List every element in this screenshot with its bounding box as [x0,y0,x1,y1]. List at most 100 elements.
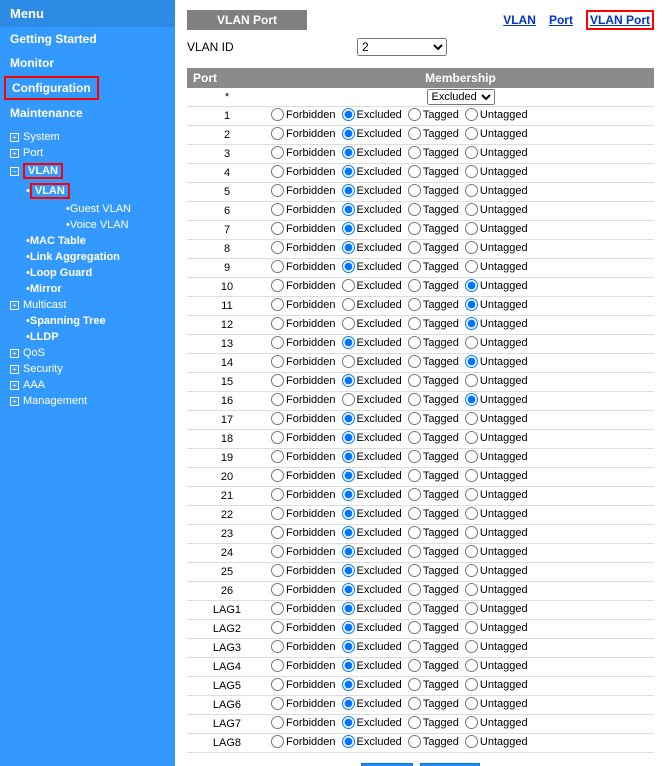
membership-radio[interactable] [465,355,478,368]
nav-configuration[interactable]: Configuration [4,76,99,100]
membership-option-untagged[interactable]: Untagged [465,488,528,501]
membership-radio[interactable] [408,279,421,292]
membership-option-tagged[interactable]: Tagged [408,507,459,520]
membership-option-untagged[interactable]: Untagged [465,621,528,634]
membership-option-excluded[interactable]: Excluded [342,298,402,311]
membership-option-forbidden[interactable]: Forbidden [271,640,336,653]
membership-radio[interactable] [271,393,284,406]
membership-option-tagged[interactable]: Tagged [408,317,459,330]
membership-option-untagged[interactable]: Untagged [465,336,528,349]
membership-radio[interactable] [271,222,284,235]
membership-option-excluded[interactable]: Excluded [342,412,402,425]
membership-radio[interactable] [271,526,284,539]
tab-link-vlan[interactable]: VLAN [503,13,536,27]
membership-option-untagged[interactable]: Untagged [465,165,528,178]
membership-option-untagged[interactable]: Untagged [465,127,528,140]
membership-option-excluded[interactable]: Excluded [342,317,402,330]
membership-option-excluded[interactable]: Excluded [342,564,402,577]
membership-radio[interactable] [408,716,421,729]
membership-option-tagged[interactable]: Tagged [408,526,459,539]
plus-icon[interactable]: + [10,365,19,374]
membership-option-tagged[interactable]: Tagged [408,488,459,501]
membership-option-tagged[interactable]: Tagged [408,412,459,425]
membership-option-tagged[interactable]: Tagged [408,621,459,634]
membership-radio[interactable] [342,450,355,463]
membership-radio[interactable] [271,431,284,444]
membership-radio[interactable] [271,336,284,349]
membership-option-untagged[interactable]: Untagged [465,241,528,254]
membership-radio[interactable] [465,127,478,140]
membership-option-excluded[interactable]: Excluded [342,450,402,463]
membership-radio[interactable] [271,469,284,482]
membership-option-untagged[interactable]: Untagged [465,583,528,596]
membership-option-excluded[interactable]: Excluded [342,678,402,691]
membership-radio[interactable] [342,260,355,273]
membership-option-forbidden[interactable]: Forbidden [271,279,336,292]
membership-option-untagged[interactable]: Untagged [465,393,528,406]
membership-radio[interactable] [408,583,421,596]
membership-radio[interactable] [342,621,355,634]
membership-option-excluded[interactable]: Excluded [342,640,402,653]
membership-option-tagged[interactable]: Tagged [408,165,459,178]
tree-vlan[interactable]: VLAN [23,163,63,179]
membership-option-tagged[interactable]: Tagged [408,222,459,235]
membership-radio[interactable] [465,602,478,615]
tree-aaa[interactable]: AAA [23,379,45,391]
membership-radio[interactable] [342,355,355,368]
membership-option-tagged[interactable]: Tagged [408,583,459,596]
membership-radio[interactable] [408,260,421,273]
membership-option-untagged[interactable]: Untagged [465,108,528,121]
membership-radio[interactable] [342,697,355,710]
membership-option-forbidden[interactable]: Forbidden [271,260,336,273]
membership-option-untagged[interactable]: Untagged [465,412,528,425]
membership-option-excluded[interactable]: Excluded [342,260,402,273]
membership-option-forbidden[interactable]: Forbidden [271,298,336,311]
membership-option-untagged[interactable]: Untagged [465,431,528,444]
membership-radio[interactable] [271,678,284,691]
membership-radio[interactable] [465,374,478,387]
membership-radio[interactable] [408,184,421,197]
membership-radio[interactable] [408,374,421,387]
membership-radio[interactable] [342,678,355,691]
membership-option-forbidden[interactable]: Forbidden [271,374,336,387]
membership-radio[interactable] [271,450,284,463]
membership-option-forbidden[interactable]: Forbidden [271,450,336,463]
membership-radio[interactable] [408,165,421,178]
membership-option-untagged[interactable]: Untagged [465,526,528,539]
membership-radio[interactable] [271,374,284,387]
membership-radio[interactable] [408,469,421,482]
membership-option-untagged[interactable]: Untagged [465,203,528,216]
membership-option-excluded[interactable]: Excluded [342,146,402,159]
membership-option-tagged[interactable]: Tagged [408,716,459,729]
membership-radio[interactable] [271,716,284,729]
tree-system[interactable]: System [23,131,60,143]
membership-option-forbidden[interactable]: Forbidden [271,678,336,691]
membership-radio[interactable] [342,298,355,311]
membership-option-tagged[interactable]: Tagged [408,355,459,368]
membership-radio[interactable] [465,108,478,121]
membership-radio[interactable] [271,621,284,634]
membership-radio[interactable] [271,640,284,653]
membership-option-excluded[interactable]: Excluded [342,583,402,596]
membership-radio[interactable] [408,146,421,159]
membership-radio[interactable] [342,165,355,178]
membership-radio[interactable] [342,336,355,349]
vlan-id-select[interactable]: 2 [357,38,447,56]
membership-radio[interactable] [342,716,355,729]
membership-radio[interactable] [271,260,284,273]
membership-option-excluded[interactable]: Excluded [342,507,402,520]
membership-radio[interactable] [342,469,355,482]
membership-option-tagged[interactable]: Tagged [408,640,459,653]
membership-option-tagged[interactable]: Tagged [408,203,459,216]
membership-radio[interactable] [271,602,284,615]
membership-radio[interactable] [465,165,478,178]
membership-radio[interactable] [465,545,478,558]
tree-management[interactable]: Management [23,395,87,407]
membership-radio[interactable] [342,507,355,520]
membership-radio[interactable] [408,298,421,311]
plus-icon[interactable]: + [10,301,19,310]
membership-option-forbidden[interactable]: Forbidden [271,146,336,159]
membership-radio[interactable] [408,241,421,254]
nav-maintenance[interactable]: Maintenance [0,101,175,125]
membership-option-tagged[interactable]: Tagged [408,241,459,254]
